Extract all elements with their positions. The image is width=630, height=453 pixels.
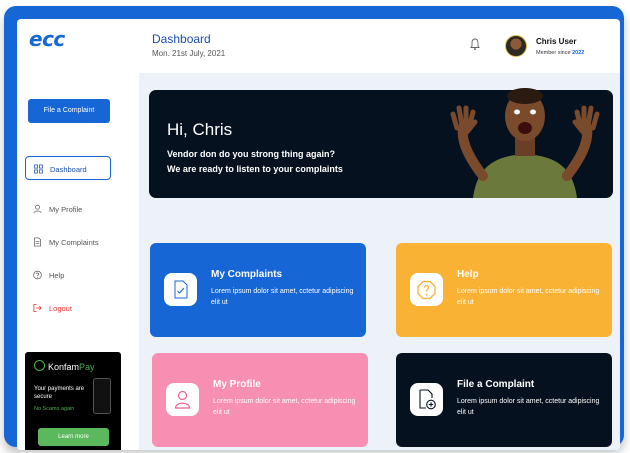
file-complaint-card[interactable]: File a Complaint Lorem ipsum dolor sit a… (396, 353, 612, 447)
complaint-document-icon (174, 280, 188, 299)
card-title: Help (457, 269, 479, 280)
excited-person-illustration (450, 88, 600, 198)
phone-illustration (93, 378, 111, 414)
card-body: Lorem ipsum dolor sit amet, cctetur adip… (211, 288, 354, 306)
my-complaints-card[interactable]: My Complaints Lorem ipsum dolor sit amet… (150, 243, 366, 337)
sidebar-item-help[interactable]: Help (25, 263, 111, 287)
page-date: Mon. 21st July, 2021 (152, 49, 226, 58)
card-icon-wrapper (410, 383, 443, 416)
promo-text: Your payments are secure (34, 386, 85, 400)
sidebar-item-logout[interactable]: Logout (25, 296, 111, 320)
hero-title: Hi, Chris (167, 120, 233, 139)
member-since: Member since 2022 (536, 50, 584, 56)
document-add-icon (419, 389, 436, 410)
card-icon-wrapper (166, 383, 199, 416)
promo-brand: KonfamPay (34, 360, 95, 372)
card-body: Lorem ipsum dolor sit amet, cctetur adip… (457, 398, 600, 416)
welcome-banner: Hi, Chris Vendor don do you strong thing… (149, 88, 613, 198)
card-title: My Profile (213, 379, 261, 390)
logout-icon (33, 303, 42, 313)
hero-line-1: Vendor don do you strong thing again? (167, 149, 335, 159)
card-title: My Complaints (211, 269, 283, 280)
konfampay-promo: KonfamPay Your payments are secure No Sc… (25, 352, 121, 450)
card-icon-wrapper (410, 273, 443, 306)
document-icon (33, 237, 42, 247)
device-frame: ecc Dashboard Mon. 21st July, 2021 Chris… (4, 6, 624, 450)
promo-brand-prefix: Konfam (48, 362, 80, 372)
hero-line-2: We are ready to listen to your complaint… (167, 164, 343, 174)
bell-icon[interactable] (468, 37, 482, 51)
sidebar-item-label: Dashboard (50, 165, 87, 174)
app-screen: ecc Dashboard Mon. 21st July, 2021 Chris… (17, 19, 620, 450)
member-since-year: 2022 (572, 50, 585, 56)
sidebar-item-dashboard[interactable]: Dashboard (25, 156, 111, 180)
user-icon (33, 204, 42, 214)
sidebar: File a Complaint Dashboard My Profile My… (17, 73, 139, 450)
sidebar-item-label: Logout (49, 304, 72, 313)
learn-more-button[interactable]: Learn more (38, 428, 109, 446)
member-since-label: Member since (536, 50, 571, 56)
promo-brand-suffix: Pay (79, 362, 95, 372)
sidebar-item-label: Help (49, 271, 65, 280)
grid-icon (34, 164, 43, 174)
user-name: Chris User (536, 37, 577, 46)
help-octagon-icon (417, 280, 436, 300)
main-content: Hi, Chris Vendor don do you strong thing… (139, 73, 620, 450)
help-card[interactable]: Help Lorem ipsum dolor sit amet, cctetur… (396, 243, 612, 337)
sidebar-item-label: My Complaints (49, 238, 99, 247)
card-icon-wrapper (164, 273, 197, 306)
app-logo[interactable]: ecc (29, 27, 65, 51)
user-icon (174, 390, 191, 409)
help-circle-icon (33, 270, 42, 280)
sidebar-item-my-complaints[interactable]: My Complaints (25, 230, 111, 254)
page-title: Dashboard (152, 32, 211, 46)
sidebar-item-my-profile[interactable]: My Profile (25, 197, 111, 221)
promo-subtext: No Scams again (34, 406, 75, 412)
konfampay-logo-icon (34, 360, 45, 371)
card-body: Lorem ipsum dolor sit amet, cctetur adip… (457, 288, 600, 306)
my-profile-card[interactable]: My Profile Lorem ipsum dolor sit amet, c… (152, 353, 368, 447)
sidebar-item-label: My Profile (49, 205, 83, 214)
avatar[interactable] (505, 35, 527, 57)
card-title: File a Complaint (457, 379, 535, 390)
file-complaint-button[interactable]: File a Complaint (28, 99, 110, 123)
card-body: Lorem ipsum dolor sit amet, cctetur adip… (213, 398, 356, 416)
